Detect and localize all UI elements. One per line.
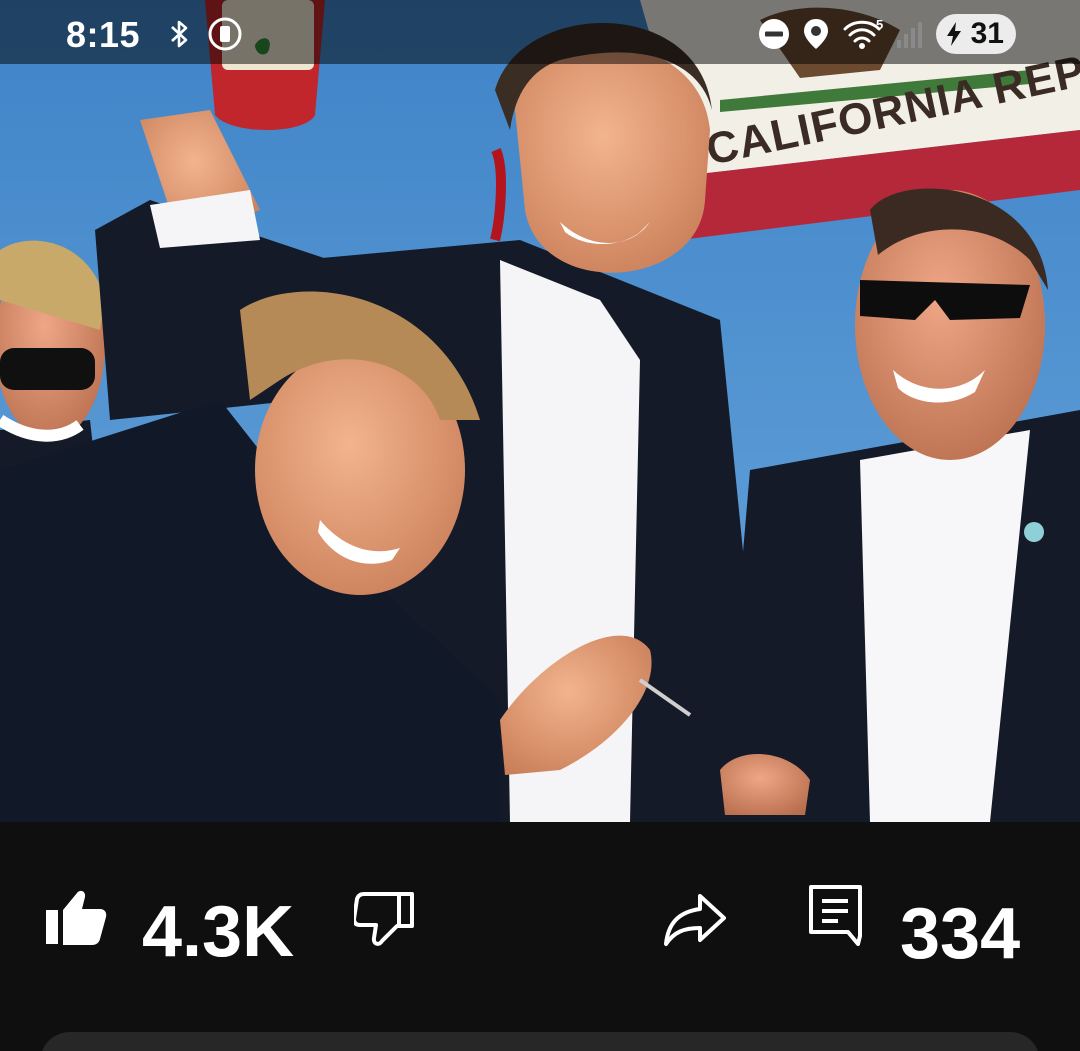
comment-count[interactable]: 334	[900, 898, 1020, 970]
status-bar: 8:15 5 31	[0, 0, 1080, 64]
comment-input-bar[interactable]	[40, 1032, 1040, 1051]
dislike-icon[interactable]	[354, 890, 416, 948]
battery-charging-icon	[947, 22, 961, 46]
location-icon	[804, 19, 828, 49]
battery-indicator: 31	[936, 14, 1016, 54]
app-screen: CALIFORNIA REPUBLIC 8:15 5 31 4.3K 334	[0, 0, 1080, 1051]
signal-icon	[897, 22, 922, 48]
battery-level: 31	[970, 17, 1004, 50]
post-image[interactable]: CALIFORNIA REPUBLIC	[0, 0, 1080, 822]
wifi-badge: 5	[876, 17, 883, 32]
share-icon[interactable]	[662, 892, 728, 948]
bluetooth-icon	[171, 20, 188, 48]
comment-icon[interactable]	[808, 884, 864, 948]
photo-illustration: CALIFORNIA REPUBLIC	[0, 0, 1080, 822]
like-count[interactable]: 4.3K	[142, 896, 294, 968]
like-icon[interactable]	[44, 888, 108, 948]
do-not-disturb-icon	[759, 19, 789, 49]
status-time: 8:15	[66, 14, 141, 55]
screen-record-icon	[208, 17, 242, 51]
wifi-icon: 5	[843, 17, 883, 49]
post-action-bar: 4.3K 334	[0, 822, 1080, 1051]
